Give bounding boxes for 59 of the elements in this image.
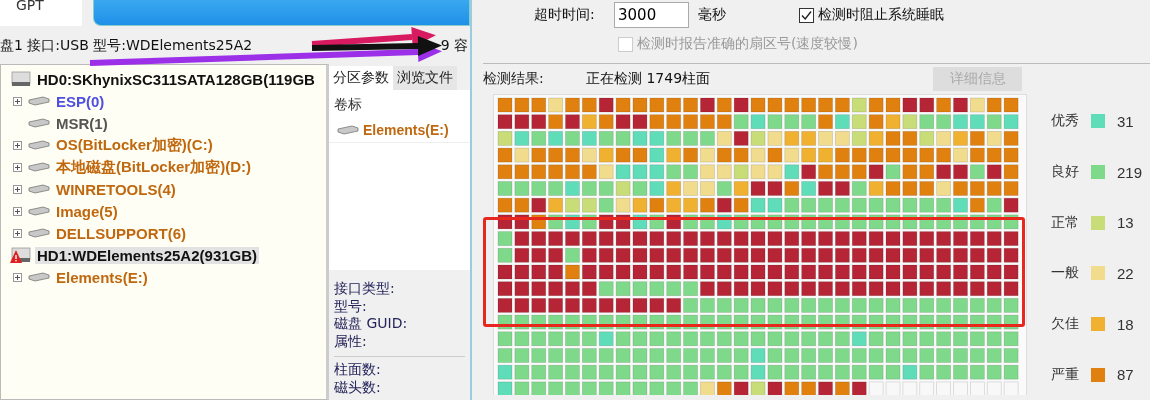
legend-label: 严重 [1051, 365, 1080, 384]
partition-icon [28, 228, 50, 238]
tree-item[interactable]: WINRETOOLS(4) [54, 180, 178, 198]
legend-label: 一般 [1051, 264, 1080, 283]
partition-icon [28, 184, 50, 194]
legend-count: 13 [1117, 214, 1134, 232]
legend-label: 正常 [1051, 213, 1080, 232]
tree-item[interactable]: HD1:WDElements25A2(931GB) [35, 246, 260, 264]
legend-label: 良好 [1051, 163, 1080, 181]
tree-item[interactable]: 本地磁盘(BitLocker加密)(D:) [54, 157, 253, 177]
field-label: 柱面数: [334, 361, 382, 379]
field-label: 磁头数: [334, 378, 382, 396]
field-label: 属性: [334, 332, 368, 350]
checkbox[interactable] [799, 7, 814, 23]
partition-icon [28, 162, 50, 172]
checkbox-label: 检测时阻止系统睡眠 [818, 6, 944, 24]
legend-label: 优秀 [1051, 112, 1080, 131]
partition-icon [28, 96, 50, 106]
legend-count: 18 [1117, 315, 1134, 333]
volume-label[interactable]: Elements(E:) [363, 122, 449, 138]
expand-toggle[interactable] [13, 162, 22, 172]
legend-count: 219 [1117, 163, 1143, 181]
partition-icon [28, 118, 50, 128]
legend-count: 31 [1117, 112, 1134, 130]
legend-label: 欠佳 [1051, 315, 1080, 333]
timeout-field[interactable]: 3000 [614, 2, 689, 28]
tree-item[interactable]: Image(5) [54, 202, 120, 220]
partition-icon [28, 272, 50, 282]
disk-info: 9 容 [440, 37, 468, 55]
checkbox-label: 检测时报告准确的扇区号(速度较慢) [637, 35, 858, 53]
expand-toggle[interactable] [13, 206, 22, 216]
tree-item[interactable]: DELLSUPPORT(6) [54, 224, 188, 242]
disk-info: 盘1 接口:USB 型号:WDElements25A2 [0, 37, 253, 55]
unit-label: 毫秒 [698, 6, 726, 24]
legend-count: 87 [1117, 366, 1134, 384]
tree-item[interactable]: OS(BitLocker加密)(C:) [54, 135, 215, 155]
expand-toggle[interactable] [13, 228, 22, 238]
disk-tab[interactable]: GPT [0, 0, 82, 26]
tree-item[interactable]: ESP(0) [54, 92, 107, 110]
field-label: 磁盘 GUID: [334, 315, 409, 333]
expand-toggle[interactable] [13, 184, 22, 194]
column-header: 卷标 [333, 95, 363, 114]
partition-icon [28, 140, 50, 150]
field-label: 接口类型: [334, 280, 396, 298]
expand-toggle[interactable] [13, 272, 22, 282]
tab[interactable]: 浏览文件 [393, 66, 457, 90]
tree-item[interactable]: MSR(1) [54, 114, 110, 132]
partition-icon [337, 125, 359, 135]
legend-count: 22 [1117, 264, 1134, 282]
tree-item[interactable]: HD0:SKhynixSC311SATA128GB(119GB [35, 70, 317, 88]
timeout-label: 超时时间: [534, 6, 596, 24]
tab[interactable]: 分区参数 [329, 66, 393, 90]
result-label: 检测结果: [483, 70, 545, 88]
partition-icon [28, 206, 50, 216]
expand-toggle[interactable] [13, 140, 22, 150]
expand-toggle[interactable] [13, 96, 22, 106]
tree-item[interactable]: Elements(E:) [54, 268, 150, 286]
status-text: 正在检测 1749柱面 [586, 70, 712, 88]
field-label: 型号: [334, 297, 368, 315]
